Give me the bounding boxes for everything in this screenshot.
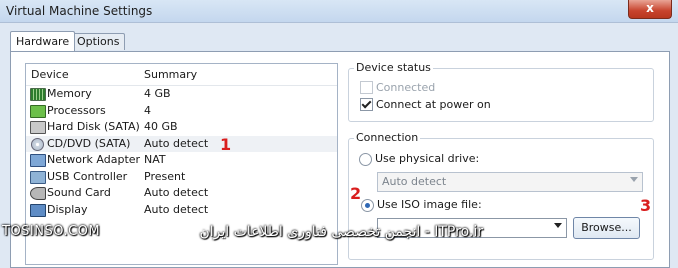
use-physical-drive-radio[interactable] [359, 153, 372, 166]
device-summary: 4 [144, 103, 151, 117]
device-name: Hard Disk (SATA) [47, 120, 140, 133]
use-physical-drive-label: Use physical drive: [375, 152, 480, 165]
use-iso-image-label: Use ISO image file: [377, 198, 482, 211]
connection-title: Connection [354, 131, 421, 144]
device-row-processors[interactable]: Processors 4 [26, 103, 337, 120]
connected-checkbox[interactable] [360, 81, 373, 94]
tab-options-label: Options [77, 35, 120, 48]
sound-card-icon [30, 187, 46, 200]
device-row-usb-controller[interactable]: USB Controller Present [26, 169, 337, 186]
network-adapter-icon [30, 154, 46, 167]
annotation-1: 1 [220, 135, 232, 154]
close-icon: x [646, 1, 654, 15]
column-header-device[interactable]: Device [31, 68, 69, 81]
memory-icon [30, 88, 46, 101]
watermark-right: ITPro.ir - انجمن تخصصی فناوری اطلاعات ای… [199, 224, 484, 240]
browse-button[interactable]: Browse... [573, 217, 640, 239]
device-row-display[interactable]: Display Auto detect [26, 202, 337, 219]
device-name: Sound Card [47, 186, 111, 199]
device-summary: Auto detect [144, 136, 209, 150]
cd-dvd-icon [31, 137, 44, 151]
title-bar: Virtual Machine Settings x [0, 0, 678, 23]
device-summary: 40 GB [144, 120, 178, 133]
connected-label: Connected [376, 81, 436, 94]
device-status-group: Device status [348, 61, 654, 122]
chevron-down-icon[interactable] [554, 223, 562, 228]
processor-icon [30, 104, 46, 118]
use-iso-image-radio[interactable] [361, 199, 374, 212]
device-row-memory[interactable]: Memory 4 GB [26, 86, 337, 103]
usb-controller-icon [30, 170, 46, 184]
device-list-header: Device Summary [26, 64, 337, 86]
tab-hardware[interactable]: Hardware [10, 31, 76, 51]
device-summary: Auto detect [144, 186, 209, 199]
device-name: Processors [47, 103, 106, 117]
close-button[interactable]: x [628, 0, 672, 19]
tab-options[interactable]: Options [71, 33, 126, 50]
tab-hardware-label: Hardware [16, 35, 70, 48]
device-row-cd-dvd[interactable]: CD/DVD (SATA) Auto detect [26, 135, 337, 152]
device-summary: 4 GB [144, 87, 171, 100]
connect-at-power-on-label: Connect at power on [376, 98, 491, 111]
chevron-down-icon [630, 177, 638, 182]
device-name: Network Adapter [47, 153, 141, 166]
device-row-hard-disk[interactable]: Hard Disk (SATA) 40 GB [26, 119, 337, 136]
device-status-title: Device status [354, 61, 433, 74]
connect-at-power-on-checkbox[interactable] [360, 98, 373, 111]
device-row-sound-card[interactable]: Sound Card Auto detect [26, 185, 337, 202]
device-name: USB Controller [47, 169, 128, 183]
window-title: Virtual Machine Settings [6, 4, 153, 18]
device-name: Display [47, 202, 88, 216]
browse-button-label: Browse... [581, 221, 632, 234]
physical-drive-value: Auto detect [382, 175, 447, 188]
device-summary: Auto detect [144, 202, 209, 216]
display-icon [30, 203, 46, 217]
device-name: Memory [47, 87, 92, 100]
device-summary: Present [144, 169, 186, 183]
annotation-3: 3 [640, 196, 652, 215]
device-row-network-adapter[interactable]: Network Adapter NAT [26, 152, 337, 169]
device-summary: NAT [144, 153, 166, 166]
watermark-left: TOSINSO.COM [2, 224, 101, 239]
annotation-2: 2 [350, 184, 362, 203]
device-name: CD/DVD (SATA) [47, 136, 131, 150]
hard-disk-icon [30, 121, 46, 134]
column-header-summary[interactable]: Summary [144, 68, 197, 81]
physical-drive-select[interactable]: Auto detect [377, 172, 643, 192]
